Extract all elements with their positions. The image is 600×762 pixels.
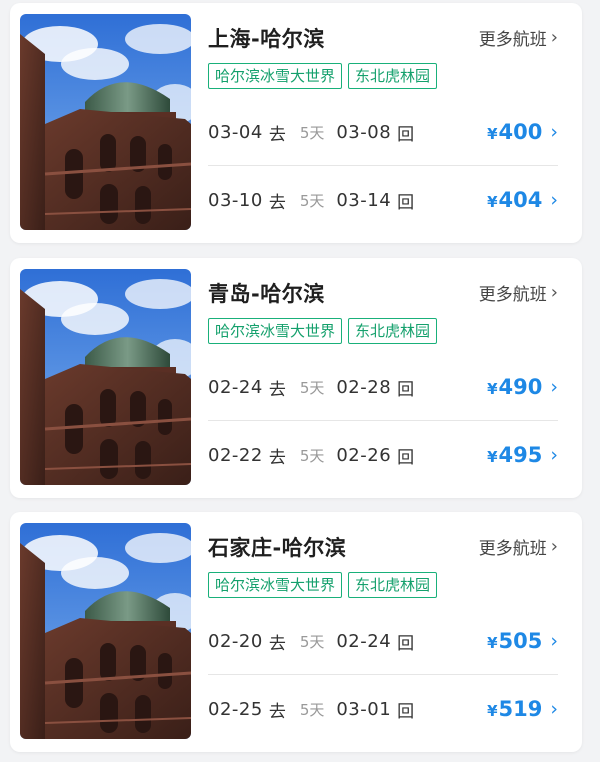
chevron-right-icon: › bbox=[550, 120, 558, 143]
flight-card[interactable]: 上海-哈尔滨 更多航班 › 哈尔滨冰雪大世界 东北虎林园 03-04 去 5天 … bbox=[10, 3, 582, 243]
return-label: 回 bbox=[397, 192, 415, 213]
row-divider bbox=[208, 165, 558, 166]
row-divider bbox=[208, 674, 558, 675]
price: ¥519 › bbox=[487, 697, 558, 721]
destination-photo bbox=[20, 14, 191, 230]
price-value: 505 bbox=[498, 629, 543, 653]
attraction-tags: 哈尔滨冰雪大世界 东北虎林园 bbox=[208, 572, 438, 598]
chevron-right-icon: › bbox=[550, 188, 558, 211]
depart-date: 03-10 bbox=[208, 189, 263, 211]
flight-deal-list: 上海-哈尔滨 更多航班 › 哈尔滨冰雪大世界 东北虎林园 03-04 去 5天 … bbox=[0, 0, 600, 762]
depart-label: 去 bbox=[268, 701, 286, 722]
currency-symbol: ¥ bbox=[487, 193, 498, 211]
flight-card[interactable]: 石家庄-哈尔滨 更多航班 › 哈尔滨冰雪大世界 东北虎林园 02-20 去 5天… bbox=[10, 512, 582, 752]
attraction-tag: 哈尔滨冰雪大世界 bbox=[208, 63, 343, 89]
return-label: 回 bbox=[397, 124, 415, 145]
return-date: 02-24 bbox=[336, 630, 392, 652]
depart-label: 去 bbox=[268, 633, 286, 654]
price-value: 490 bbox=[498, 375, 543, 399]
currency-symbol: ¥ bbox=[487, 634, 498, 652]
more-flights-link[interactable]: 更多航班 › bbox=[479, 280, 558, 305]
depart-label: 去 bbox=[268, 192, 286, 213]
chevron-right-icon: › bbox=[550, 443, 558, 466]
return-label: 回 bbox=[397, 633, 415, 654]
currency-symbol: ¥ bbox=[487, 125, 498, 143]
attraction-tag: 东北虎林园 bbox=[348, 318, 438, 344]
trip-days: 5天 bbox=[299, 378, 325, 397]
price: ¥400 › bbox=[487, 120, 558, 144]
chevron-right-icon: › bbox=[550, 26, 558, 48]
return-date: 02-26 bbox=[336, 444, 392, 466]
depart-label: 去 bbox=[268, 379, 286, 400]
price: ¥490 › bbox=[487, 375, 558, 399]
flight-option-row[interactable]: 02-20 去 5天 02-24 回 ¥505 › bbox=[208, 624, 558, 658]
more-flights-label: 更多航班 bbox=[478, 285, 547, 305]
depart-date: 02-22 bbox=[208, 444, 263, 466]
destination-photo bbox=[20, 269, 191, 485]
route-title: 青岛-哈尔滨 bbox=[208, 282, 325, 306]
depart-label: 去 bbox=[268, 447, 286, 468]
depart-date: 02-24 bbox=[208, 376, 263, 398]
return-label: 回 bbox=[397, 379, 415, 400]
route-title: 石家庄-哈尔滨 bbox=[208, 536, 347, 560]
route-title: 上海-哈尔滨 bbox=[208, 27, 325, 51]
more-flights-label: 更多航班 bbox=[478, 30, 547, 50]
flight-card[interactable]: 青岛-哈尔滨 更多航班 › 哈尔滨冰雪大世界 东北虎林园 02-24 去 5天 … bbox=[10, 258, 582, 498]
attraction-tag: 东北虎林园 bbox=[348, 572, 438, 598]
return-label: 回 bbox=[397, 447, 415, 468]
more-flights-link[interactable]: 更多航班 › bbox=[479, 25, 558, 50]
trip-days: 5天 bbox=[299, 191, 325, 210]
flight-option-row[interactable]: 03-10 去 5天 03-14 回 ¥404 › bbox=[208, 183, 558, 217]
card-info: 青岛-哈尔滨 更多航班 › 哈尔滨冰雪大世界 东北虎林园 02-24 去 5天 … bbox=[208, 258, 558, 498]
price: ¥495 › bbox=[487, 443, 558, 467]
trip-days: 5天 bbox=[299, 446, 325, 465]
card-info: 上海-哈尔滨 更多航班 › 哈尔滨冰雪大世界 东北虎林园 03-04 去 5天 … bbox=[208, 3, 558, 243]
price: ¥505 › bbox=[487, 629, 558, 653]
chevron-right-icon: › bbox=[550, 629, 558, 652]
return-date: 03-08 bbox=[336, 121, 392, 143]
price-value: 404 bbox=[498, 188, 543, 212]
more-flights-label: 更多航班 bbox=[478, 539, 547, 559]
attraction-tag: 东北虎林园 bbox=[348, 63, 438, 89]
return-date: 02-28 bbox=[336, 376, 392, 398]
chevron-right-icon: › bbox=[550, 535, 558, 557]
depart-date: 02-20 bbox=[208, 630, 263, 652]
depart-date: 03-04 bbox=[208, 121, 263, 143]
return-date: 03-14 bbox=[336, 189, 392, 211]
price: ¥404 › bbox=[487, 188, 558, 212]
chevron-right-icon: › bbox=[550, 281, 558, 303]
trip-days: 5天 bbox=[299, 123, 325, 142]
destination-photo bbox=[20, 523, 191, 739]
flight-option-row[interactable]: 03-04 去 5天 03-08 回 ¥400 › bbox=[208, 115, 558, 149]
price-value: 400 bbox=[498, 120, 543, 144]
depart-date: 02-25 bbox=[208, 698, 263, 720]
row-divider bbox=[208, 420, 558, 421]
flight-option-row[interactable]: 02-22 去 5天 02-26 回 ¥495 › bbox=[208, 438, 558, 472]
chevron-right-icon: › bbox=[550, 375, 558, 398]
chevron-right-icon: › bbox=[550, 697, 558, 720]
currency-symbol: ¥ bbox=[487, 380, 498, 398]
attraction-tags: 哈尔滨冰雪大世界 东北虎林园 bbox=[208, 63, 438, 89]
attraction-tags: 哈尔滨冰雪大世界 东北虎林园 bbox=[208, 318, 438, 344]
price-value: 519 bbox=[498, 697, 543, 721]
flight-option-row[interactable]: 02-25 去 5天 03-01 回 ¥519 › bbox=[208, 692, 558, 726]
trip-days: 5天 bbox=[299, 632, 325, 651]
attraction-tag: 哈尔滨冰雪大世界 bbox=[208, 318, 343, 344]
depart-label: 去 bbox=[268, 124, 286, 145]
price-value: 495 bbox=[498, 443, 543, 467]
trip-days: 5天 bbox=[299, 700, 325, 719]
more-flights-link[interactable]: 更多航班 › bbox=[479, 534, 558, 559]
currency-symbol: ¥ bbox=[487, 448, 498, 466]
card-info: 石家庄-哈尔滨 更多航班 › 哈尔滨冰雪大世界 东北虎林园 02-20 去 5天… bbox=[208, 512, 558, 752]
return-date: 03-01 bbox=[336, 698, 392, 720]
flight-option-row[interactable]: 02-24 去 5天 02-28 回 ¥490 › bbox=[208, 370, 558, 404]
attraction-tag: 哈尔滨冰雪大世界 bbox=[208, 572, 343, 598]
currency-symbol: ¥ bbox=[487, 702, 498, 720]
return-label: 回 bbox=[397, 701, 415, 722]
